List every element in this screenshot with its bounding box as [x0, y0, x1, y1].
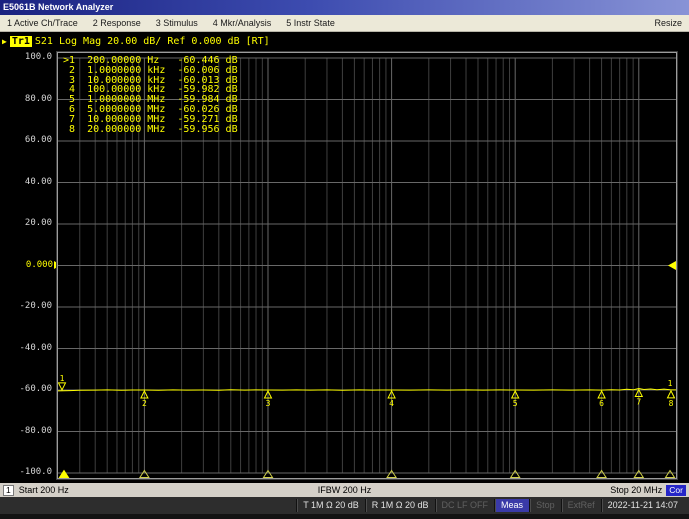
- menu-item-instr-state[interactable]: 5 Instr State: [286, 18, 335, 28]
- marker-2-number: 2: [142, 399, 147, 408]
- ifbw-readout: IFBW 200 Hz: [0, 483, 689, 497]
- y-axis-labels: 100.0 80.00 60.00 40.00 20.00 0.000 -20.00 -40.…: [0, 52, 56, 479]
- menu-item-response[interactable]: 2 Response: [93, 18, 141, 28]
- y-axis-label-60-00: 60.00: [25, 135, 52, 145]
- marker-8-stimulus-triangle-icon: [666, 471, 675, 478]
- menu-item-resize[interactable]: Resize: [654, 18, 682, 28]
- trace1-badge: Tr1: [10, 36, 32, 47]
- status-segment-stop: Stop: [529, 499, 561, 512]
- marker-table: >1 200.00000 Hz -60.446 dB 2 1.0000000 k…: [63, 56, 238, 134]
- status-segment-2022-11-21-14-07: 2022-11-21 14:07: [601, 499, 684, 512]
- y-axis-label-text: 20.00: [25, 218, 52, 228]
- status-segment-meas: Meas: [494, 499, 529, 512]
- y-axis-label-100-0: -100.0: [19, 467, 52, 477]
- window-titlebar[interactable]: E5061B Network Analyzer: [0, 0, 689, 15]
- y-axis-label-60-00: -60.00: [19, 384, 52, 394]
- y-axis-label-text: -40.00: [19, 343, 52, 353]
- menu-item-active-ch-trace[interactable]: 1 Active Ch/Trace: [7, 18, 78, 28]
- y-axis-label-text: 40.00: [25, 177, 52, 187]
- y-axis-label-20-00: -20.00: [19, 301, 52, 311]
- marker-8-symbol-icon: [668, 391, 675, 398]
- status-segment-r-1m-20-db: R 1M Ω 20 dB: [365, 499, 435, 512]
- y-axis-label-80-00: 80.00: [25, 94, 52, 104]
- y-axis-label-text: 80.00: [25, 94, 52, 104]
- correction-badge: Cor: [666, 485, 686, 496]
- menu-bar: 1 Active Ch/Trace 2 Response 3 Stimulus …: [0, 15, 689, 32]
- y-axis-label-20-00: 20.00: [25, 218, 52, 228]
- trace-status-line[interactable]: ▶ Tr1 S21 Log Mag 20.00 dB/ Ref 0.000 dB…: [2, 36, 270, 47]
- status-segment-t-1m-20-db: T 1M Ω 20 dB: [296, 499, 365, 512]
- bottom-strip: [0, 514, 689, 519]
- y-axis-label-text: -60.00: [19, 384, 52, 394]
- trace-1-number-label: 1: [668, 379, 673, 388]
- channel-stop-group: Stop 20 MHz Cor: [610, 483, 686, 497]
- menu-item-stimulus[interactable]: 3 Stimulus: [156, 18, 198, 28]
- marker-6-number: 6: [599, 399, 604, 408]
- channel-start-group: 1 Start 200 Hz: [3, 483, 69, 497]
- status-segment-extref: ExtRef: [561, 499, 601, 512]
- start-frequency-readout: Start 200 Hz: [19, 485, 69, 495]
- marker-7-number: 7: [636, 397, 641, 406]
- marker-5-number: 5: [513, 399, 518, 408]
- marker-4-number: 4: [389, 399, 394, 408]
- marker-8-number: 8: [669, 399, 674, 408]
- marker-1-symbol-icon: [59, 383, 66, 390]
- y-axis-label-100-0: 100.0: [25, 52, 52, 62]
- graticule-area[interactable]: 1 1 2 3 4 5 6 7 8 >1 200.00000 Hz -60.446 dB 2 1…: [57, 52, 677, 479]
- stop-frequency-readout: Stop 20 MHz: [610, 485, 662, 495]
- marker-readout-8: 8 20.000000 MHz -59.956 dB: [63, 125, 238, 135]
- active-trace-arrow-icon: ▶: [2, 37, 7, 46]
- instrument-status-bar: T 1M Ω 20 dBR 1M Ω 20 dBDC LF OFFMeasSto…: [0, 497, 689, 514]
- channel-status-bar: IFBW 200 Hz 1 Start 200 Hz Stop 20 MHz C…: [0, 483, 689, 497]
- y-axis-label-80-00: -80.00: [19, 426, 52, 436]
- y-axis-label-40-00: -40.00: [19, 343, 52, 353]
- reference-level-arrow-right-icon: [668, 261, 676, 270]
- menu-item-mkr-analysis[interactable]: 4 Mkr/Analysis: [213, 18, 272, 28]
- y-axis-label-40-00: 40.00: [25, 177, 52, 187]
- trace-status-text: S21 Log Mag 20.00 dB/ Ref 0.000 dB [RT]: [35, 36, 270, 47]
- y-axis-label-text: -80.00: [19, 426, 52, 436]
- y-axis-label-text: 60.00: [25, 135, 52, 145]
- trace-1-line: [58, 389, 676, 391]
- analyzer-display: ▶ Tr1 S21 Log Mag 20.00 dB/ Ref 0.000 dB…: [0, 33, 689, 483]
- y-axis-label-0-000: 0.000: [26, 260, 61, 270]
- y-axis-label-text: -20.00: [19, 301, 52, 311]
- y-axis-label-text: 0.000: [26, 260, 53, 270]
- window-title: E5061B Network Analyzer: [3, 2, 113, 12]
- status-segment-dc-lf-off: DC LF OFF: [435, 499, 495, 512]
- y-axis-label-text: 100.0: [25, 52, 52, 62]
- e5061b-window: E5061B Network Analyzer 1 Active Ch/Trac…: [0, 0, 689, 519]
- marker-3-number: 3: [266, 399, 271, 408]
- marker-1-number: 1: [60, 374, 65, 383]
- y-axis-label-text: -100.0: [19, 467, 52, 477]
- channel-number-badge: 1: [3, 485, 14, 496]
- marker-1-stimulus-triangle-icon: [60, 471, 69, 478]
